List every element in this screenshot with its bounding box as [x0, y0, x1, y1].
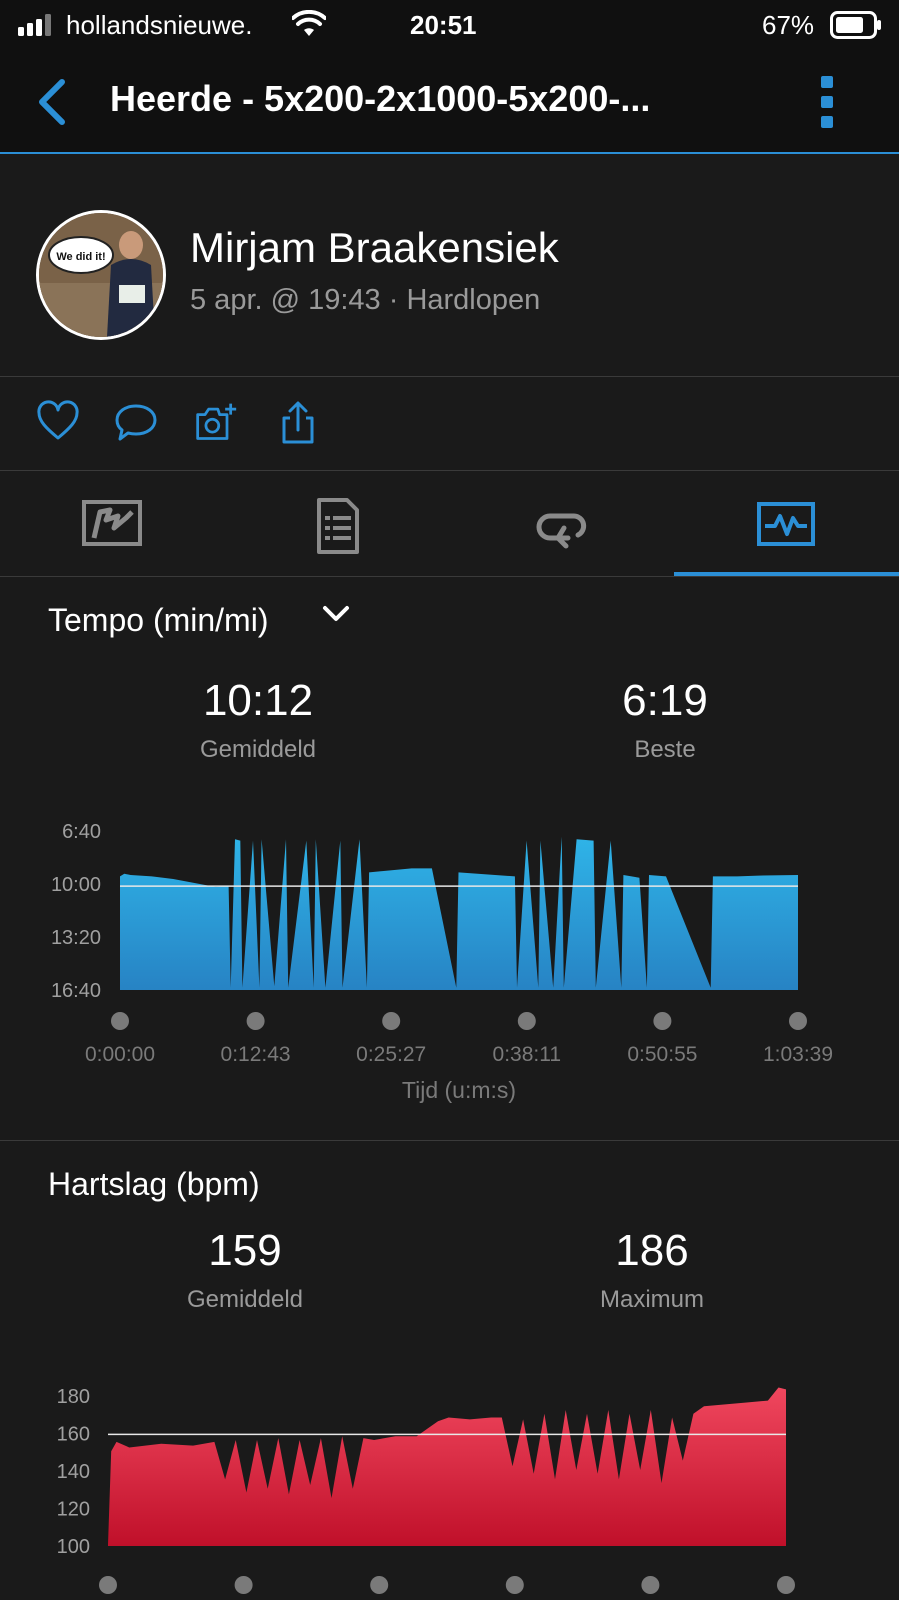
pace-average-value: 10:12: [202, 676, 314, 725]
pace-y-tick-label: 13:20: [51, 927, 101, 949]
pace-x-tick-label: 0:12:43: [221, 1043, 291, 1066]
comment-icon[interactable]: [114, 400, 158, 444]
pace-x-axis-label: Tijd (u:m:s): [402, 1077, 516, 1103]
battery-percentage: 67%: [762, 10, 815, 40]
divider: [0, 576, 899, 577]
tab-charts[interactable]: [675, 472, 899, 576]
pace-y-tick-label: 16:40: [51, 980, 101, 1002]
heart-rate-chart[interactable]: 180 160 140 120 100: [0, 1370, 899, 1600]
x-axis-dot[interactable]: [99, 1576, 117, 1594]
chevron-down-icon[interactable]: [322, 604, 350, 624]
x-axis-dot[interactable]: [246, 1012, 265, 1030]
x-axis-dot[interactable]: [777, 1576, 795, 1594]
heart-rate-chart-title: Hartslag (bpm): [48, 1166, 260, 1202]
heart-rate-area-series: [108, 1387, 786, 1546]
clock-time: 20:51: [410, 10, 477, 40]
tab-laps[interactable]: [450, 472, 674, 576]
laps-loop-icon: [536, 513, 587, 549]
divider: [0, 376, 899, 377]
signal-strength-icon: [18, 14, 51, 36]
share-icon[interactable]: [276, 400, 320, 444]
pace-y-tick-label: 6:40: [62, 821, 101, 843]
navigation-bar: Heerde - 5x200-2x1000-5x200-...: [0, 50, 899, 154]
wifi-icon: [292, 10, 326, 36]
avatar[interactable]: We did it!: [36, 210, 166, 340]
x-axis-dot[interactable]: [505, 1576, 524, 1594]
status-bar: hollandsnieuwe. 20:51 67%: [0, 0, 899, 50]
x-axis-dot[interactable]: [382, 1012, 401, 1030]
heart-rate-max-value: 186: [615, 1226, 689, 1275]
tab-details[interactable]: [225, 472, 449, 576]
x-axis-dot[interactable]: [641, 1576, 660, 1594]
add-photo-icon[interactable]: [194, 400, 238, 444]
divider: [0, 470, 899, 471]
pace-x-tick-label: 0:25:27: [356, 1043, 426, 1066]
social-actions: [0, 378, 899, 470]
avatar-photo: We did it!: [39, 213, 163, 337]
heart-rate-y-tick-label: 120: [57, 1499, 90, 1521]
more-options-icon[interactable]: [820, 74, 834, 130]
x-axis-dot[interactable]: [111, 1012, 129, 1030]
pace-chart-title[interactable]: Tempo (min/mi): [48, 602, 268, 639]
heart-icon[interactable]: [36, 400, 80, 444]
back-arrow-icon[interactable]: [34, 78, 70, 126]
pace-best-label: Beste: [634, 736, 696, 763]
avatar-speech-text: We did it!: [56, 251, 105, 263]
pace-y-tick-label: 10:00: [51, 874, 101, 896]
x-axis-dot[interactable]: [370, 1576, 389, 1594]
x-axis-dot[interactable]: [789, 1012, 807, 1030]
pace-best-value: 6:19: [622, 676, 708, 725]
heart-rate-average-value: 159: [208, 1226, 282, 1275]
pace-average-label: Gemiddeld: [199, 736, 317, 763]
activity-title: Heerde - 5x200-2x1000-5x200-...: [110, 78, 651, 119]
x-axis-dot[interactable]: [653, 1012, 672, 1030]
battery-icon: [830, 11, 881, 39]
heart-rate-y-tick-label: 100: [57, 1536, 90, 1558]
tab-overview[interactable]: [0, 472, 224, 576]
heart-rate-y-tick-label: 140: [57, 1461, 90, 1483]
pace-x-tick-label: 1:03:39: [763, 1043, 833, 1066]
pace-x-tick-label: 0:50:55: [627, 1043, 697, 1066]
heart-rate-y-tick-label: 160: [57, 1424, 90, 1446]
activity-header: We did it! Mirjam Braakensiek 5 apr. @ 1…: [0, 154, 899, 376]
x-axis-dot[interactable]: [234, 1576, 253, 1594]
divider: [0, 1140, 899, 1141]
activity-date-type: 5 apr. @ 19:43 · Hardlopen: [190, 284, 541, 316]
user-name[interactable]: Mirjam Braakensiek: [190, 224, 559, 272]
carrier-name: hollandsnieuwe.: [66, 10, 253, 40]
details-document-icon: [317, 498, 359, 554]
x-axis-dot[interactable]: [517, 1012, 536, 1030]
activity-map-icon: [82, 500, 142, 546]
pace-chart[interactable]: 6:40 10:00 13:20 16:40 0:00:00 0:12:43 0:25:27…: [0, 800, 899, 1110]
activity-tabs: [0, 472, 899, 576]
heart-rate-max-label: Maximum: [599, 1286, 704, 1313]
heart-rate-average-label: Gemiddeld: [186, 1286, 304, 1313]
pace-area-series: [120, 836, 798, 990]
heart-rate-y-tick-label: 180: [57, 1386, 90, 1408]
charts-icon: [757, 502, 815, 546]
pace-x-tick-label: 0:00:00: [85, 1043, 155, 1066]
pace-x-tick-label: 0:38:11: [493, 1043, 562, 1066]
